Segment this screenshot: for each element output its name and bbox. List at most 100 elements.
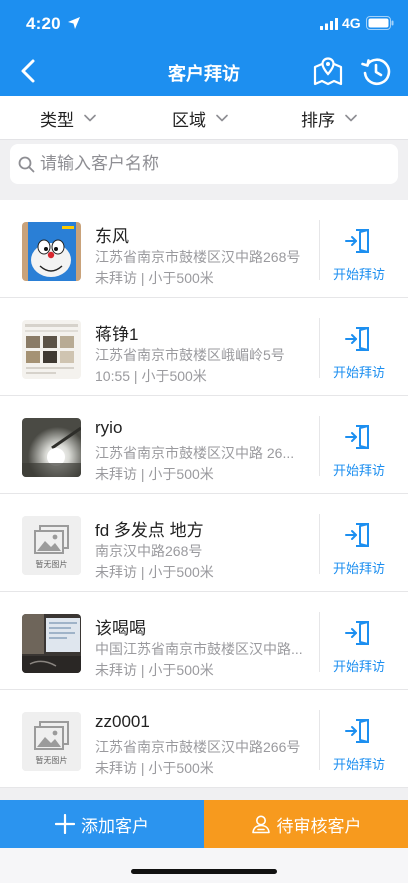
filter-sort-label: 排序: [301, 110, 335, 130]
add-customer-content: 添加客户: [0, 800, 204, 848]
customer-row[interactable]: 蒋铮1 江苏省南京市鼓楼区峨嵋岭5号 10:55 | 小于500米 开始拜访: [0, 298, 408, 396]
customer-address: 中国江苏省南京市鼓楼区汉中路...: [95, 641, 303, 657]
search-area: [0, 140, 408, 196]
monitor-photo: [22, 614, 81, 673]
customer-meta: 10:55 | 小于500米: [95, 368, 207, 384]
divider: [319, 710, 320, 770]
customer-meta: 未拜访 | 小于500米: [95, 270, 214, 286]
customer-row[interactable]: 暂无图片 zz0001 江苏省南京市鼓楼区汉中路266号 未拜访 | 小于500…: [0, 690, 408, 788]
customer-name: 该喝喝: [95, 619, 146, 638]
chevron-left-icon: [21, 59, 35, 83]
customer-row[interactable]: 东风 江苏省南京市鼓楼区汉中路268号 未拜访 | 小于500米 开始拜访: [0, 200, 408, 298]
pending-review-content: 待审核客户: [204, 800, 408, 848]
plus-icon: [55, 814, 75, 834]
search-icon: [18, 156, 35, 173]
customer-address: 江苏省南京市鼓楼区汉中路268号: [95, 249, 301, 265]
check-in-icon: [345, 425, 369, 449]
start-visit-button[interactable]: 开始拜访: [322, 610, 396, 676]
map-pin-icon: [313, 57, 343, 86]
battery-icon: [366, 16, 394, 30]
user-icon: [251, 815, 270, 834]
search-box[interactable]: [10, 144, 398, 184]
customer-address: 江苏省南京市鼓楼区汉中路266号: [95, 739, 301, 755]
divider: [319, 220, 320, 280]
start-visit-label: 开始拜访: [332, 463, 385, 478]
status-time: 4:20: [26, 14, 61, 33]
customer-row[interactable]: ryio 江苏省南京市鼓楼区汉中路 26... 未拜访 | 小于500米 开始拜…: [0, 396, 408, 494]
add-customer-label: 添加客户: [81, 816, 149, 836]
customer-thumbnail: 暂无图片: [22, 712, 81, 771]
doraemon-photo: [22, 222, 81, 281]
signal-icon: [320, 18, 338, 30]
customer-meta: 未拜访 | 小于500米: [95, 466, 214, 482]
app-header: 4:20 4G 客户拜访: [0, 0, 408, 96]
check-in-icon: [345, 327, 369, 351]
chevron-down-icon: [84, 114, 96, 122]
check-in-icon: [345, 719, 369, 743]
no-image-label: 暂无图片: [35, 756, 68, 765]
pending-review-label: 待审核客户: [276, 816, 362, 836]
filter-region-label: 区域: [172, 110, 206, 130]
home-indicator-area: [0, 848, 408, 883]
customer-thumbnail: [22, 418, 81, 477]
customer-meta: 未拜访 | 小于500米: [95, 760, 214, 776]
page-title: 客户拜访: [168, 64, 240, 84]
divider: [319, 318, 320, 378]
customer-thumbnail: 暂无图片: [22, 516, 81, 575]
chevron-down-icon: [216, 114, 228, 122]
customer-name: ryio: [95, 418, 123, 437]
home-indicator[interactable]: [131, 869, 277, 874]
customer-name: 东风: [95, 227, 129, 246]
customer-row[interactable]: 该喝喝 中国江苏省南京市鼓楼区汉中路... 未拜访 | 小于500米 开始拜访: [0, 592, 408, 690]
start-visit-label: 开始拜访: [332, 757, 385, 772]
history-button[interactable]: [360, 56, 392, 88]
map-button[interactable]: [312, 56, 344, 88]
customer-name: fd 多发点 地方: [95, 521, 204, 540]
start-visit-label: 开始拜访: [332, 267, 385, 282]
customer-thumbnail: [22, 614, 81, 673]
history-clock-icon: [361, 58, 391, 86]
filter-type-label: 类型: [40, 110, 74, 130]
customer-list: 东风 江苏省南京市鼓楼区汉中路268号 未拜访 | 小于500米 开始拜访 蒋铮…: [0, 200, 408, 788]
status-bar: 4:20 4G: [0, 0, 408, 46]
customer-name: zz0001: [95, 712, 150, 731]
pending-review-button[interactable]: 待审核客户: [204, 800, 408, 848]
filter-region[interactable]: 区域: [172, 96, 228, 140]
lamp-photo: [22, 418, 81, 477]
network-type: 4G: [342, 15, 361, 31]
start-visit-button[interactable]: 开始拜访: [322, 414, 396, 480]
start-visit-button[interactable]: 开始拜访: [322, 512, 396, 578]
customer-address: 江苏省南京市鼓楼区汉中路 26...: [95, 445, 295, 461]
customer-meta: 未拜访 | 小于500米: [95, 662, 214, 678]
start-visit-label: 开始拜访: [332, 561, 385, 576]
divider: [319, 416, 320, 476]
check-in-icon: [345, 229, 369, 253]
bottom-action-bar: 添加客户 待审核客户: [0, 800, 408, 848]
collage-photo: [22, 320, 81, 379]
customer-meta: 未拜访 | 小于500米: [95, 564, 214, 580]
divider: [319, 612, 320, 672]
divider: [319, 514, 320, 574]
customer-row[interactable]: 暂无图片 fd 多发点 地方 南京汉中路268号 未拜访 | 小于500米 开始…: [0, 494, 408, 592]
check-in-icon: [345, 523, 369, 547]
start-visit-button[interactable]: 开始拜访: [322, 218, 396, 284]
filter-type[interactable]: 类型: [40, 96, 96, 140]
start-visit-button[interactable]: 开始拜访: [322, 316, 396, 382]
customer-name: 蒋铮1: [95, 325, 139, 344]
location-arrow-icon: [68, 17, 80, 29]
start-visit-label: 开始拜访: [332, 365, 385, 380]
check-in-icon: [345, 621, 369, 645]
add-customer-button[interactable]: 添加客户: [0, 800, 204, 848]
filter-bar: 类型 区域 排序: [0, 96, 408, 140]
start-visit-button[interactable]: 开始拜访: [322, 708, 396, 774]
search-input[interactable]: [40, 144, 390, 184]
customer-thumbnail: [22, 222, 81, 281]
customer-address: 南京汉中路268号: [95, 543, 203, 559]
filter-sort[interactable]: 排序: [301, 96, 357, 140]
customer-thumbnail: [22, 320, 81, 379]
customer-address: 江苏省南京市鼓楼区峨嵋岭5号: [95, 347, 285, 363]
no-image-label: 暂无图片: [35, 560, 68, 569]
back-button[interactable]: [14, 56, 44, 86]
chevron-down-icon: [345, 114, 357, 122]
start-visit-label: 开始拜访: [332, 659, 385, 674]
